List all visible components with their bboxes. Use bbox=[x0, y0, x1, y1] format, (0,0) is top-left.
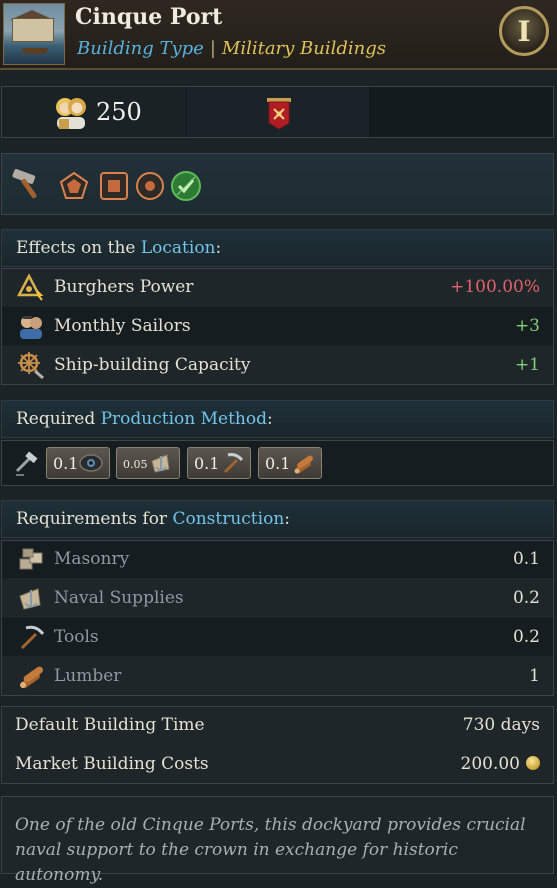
build-cost-value-wrap: 200.00 bbox=[461, 754, 540, 774]
empty-cell bbox=[370, 87, 553, 137]
building-category-link[interactable]: Military Buildings bbox=[222, 38, 386, 59]
gold-coin-icon bbox=[526, 756, 540, 770]
ship-wheel-icon bbox=[18, 352, 44, 379]
requirement-value: 0.1 bbox=[512, 549, 540, 569]
construction-link[interactable]: Construction bbox=[172, 509, 284, 529]
requirement-row: Masonry 0.1 bbox=[1, 540, 554, 578]
construction-header: Requirements for Construction: bbox=[1, 500, 554, 538]
build-time-row: Default Building Time 730 days bbox=[1, 706, 554, 744]
requirement-label: Lumber bbox=[54, 666, 122, 686]
build-time-value: 730 days bbox=[462, 715, 540, 735]
build-cost-value: 200.00 bbox=[460, 754, 520, 774]
estate-cell bbox=[187, 87, 369, 137]
hammer-icon[interactable] bbox=[10, 166, 46, 202]
building-type-link[interactable]: Building Type bbox=[77, 38, 204, 59]
effect-label: Ship-building Capacity bbox=[54, 355, 251, 375]
naval-supplies-icon bbox=[19, 588, 41, 610]
effects-header-suffix: : bbox=[215, 238, 222, 258]
location-link[interactable]: Location bbox=[141, 238, 216, 258]
input-chip[interactable]: 0.1 bbox=[187, 447, 251, 479]
construction-header-suffix: : bbox=[284, 509, 290, 529]
tools-icon bbox=[20, 625, 45, 650]
tooltip-header: Cinque Port Building Type | Military Build… bbox=[0, 0, 557, 70]
effect-label: Monthly Sailors bbox=[54, 316, 191, 336]
effect-label: Burghers Power bbox=[54, 277, 194, 297]
building-description: One of the old Cinque Ports, this dockya… bbox=[1, 796, 554, 885]
banner-icon[interactable] bbox=[265, 97, 293, 131]
input-amount: 0.1 bbox=[265, 454, 291, 473]
input-amount: 0.1 bbox=[53, 454, 79, 473]
production-method-row: 0.1 0.05 0.1 0.1 bbox=[1, 440, 554, 486]
requirement-row: Naval Supplies 0.2 bbox=[1, 579, 554, 617]
construction-header-prefix: Requirements for bbox=[16, 509, 168, 529]
effect-value: +1 bbox=[514, 355, 540, 375]
effect-row: Monthly Sailors +3 bbox=[1, 307, 554, 345]
population-row: 250 bbox=[1, 86, 554, 138]
tools-icon bbox=[223, 453, 244, 474]
requirement-label: Masonry bbox=[54, 549, 130, 569]
check-icon[interactable] bbox=[169, 169, 203, 203]
effect-row: Ship-building Capacity +1 bbox=[1, 346, 554, 384]
input-chip[interactable]: 0.1 bbox=[258, 447, 322, 479]
population-cell: 250 bbox=[2, 87, 186, 137]
requirement-row: Lumber 1 bbox=[1, 657, 554, 695]
effects-header-prefix: Effects on the bbox=[16, 238, 136, 258]
naval-supplies-icon bbox=[151, 454, 170, 473]
effect-value: +100.00% bbox=[450, 277, 540, 297]
requirement-row: Tools 0.2 bbox=[1, 618, 554, 656]
burghers-power-icon bbox=[17, 273, 44, 301]
effects-header: Effects on the Location: bbox=[1, 229, 554, 267]
requirement-label: Naval Supplies bbox=[54, 588, 184, 608]
input-chip[interactable]: 0.1 bbox=[46, 447, 110, 479]
hammer-method-icon[interactable] bbox=[14, 451, 40, 477]
requirement-value: 1 bbox=[529, 666, 540, 686]
input-chip[interactable]: 0.05 bbox=[116, 447, 180, 479]
eye-goods-icon bbox=[79, 454, 103, 472]
production-header-prefix: Required bbox=[16, 409, 96, 429]
building-title: Cinque Port bbox=[75, 4, 223, 30]
requirement-value: 0.2 bbox=[512, 627, 540, 647]
effect-row: Burghers Power +100.00% bbox=[1, 268, 554, 306]
sailors-icon bbox=[20, 316, 42, 339]
lumber-icon bbox=[20, 666, 43, 689]
input-amount: 0.1 bbox=[194, 454, 220, 473]
production-header: Required Production Method: bbox=[1, 400, 554, 438]
requirement-label: Tools bbox=[54, 627, 99, 647]
info-button[interactable]: I bbox=[499, 6, 549, 56]
population-value: 250 bbox=[96, 98, 142, 126]
pentagon-icon[interactable] bbox=[58, 170, 90, 202]
square-icon[interactable] bbox=[98, 170, 130, 202]
build-time-label: Default Building Time bbox=[15, 715, 205, 735]
build-cost-label: Market Building Costs bbox=[15, 754, 209, 774]
lumber-icon bbox=[294, 455, 313, 474]
circle-icon[interactable] bbox=[134, 170, 166, 202]
production-method-link[interactable]: Production Method bbox=[101, 409, 267, 429]
subtitle-separator: | bbox=[209, 38, 216, 59]
requirement-value: 0.2 bbox=[512, 588, 540, 608]
effect-value: +3 bbox=[514, 316, 540, 336]
input-amount: 0.05 bbox=[123, 458, 148, 471]
category-icon-row bbox=[1, 153, 554, 215]
burghers-pop-icon bbox=[56, 98, 86, 129]
production-header-suffix: : bbox=[266, 409, 273, 429]
masonry-icon bbox=[19, 548, 43, 570]
building-thumbnail bbox=[3, 3, 65, 65]
build-cost-row: Market Building Costs 200.00 bbox=[1, 745, 554, 783]
building-subtitle: Building Type | Military Buildings bbox=[77, 38, 386, 59]
